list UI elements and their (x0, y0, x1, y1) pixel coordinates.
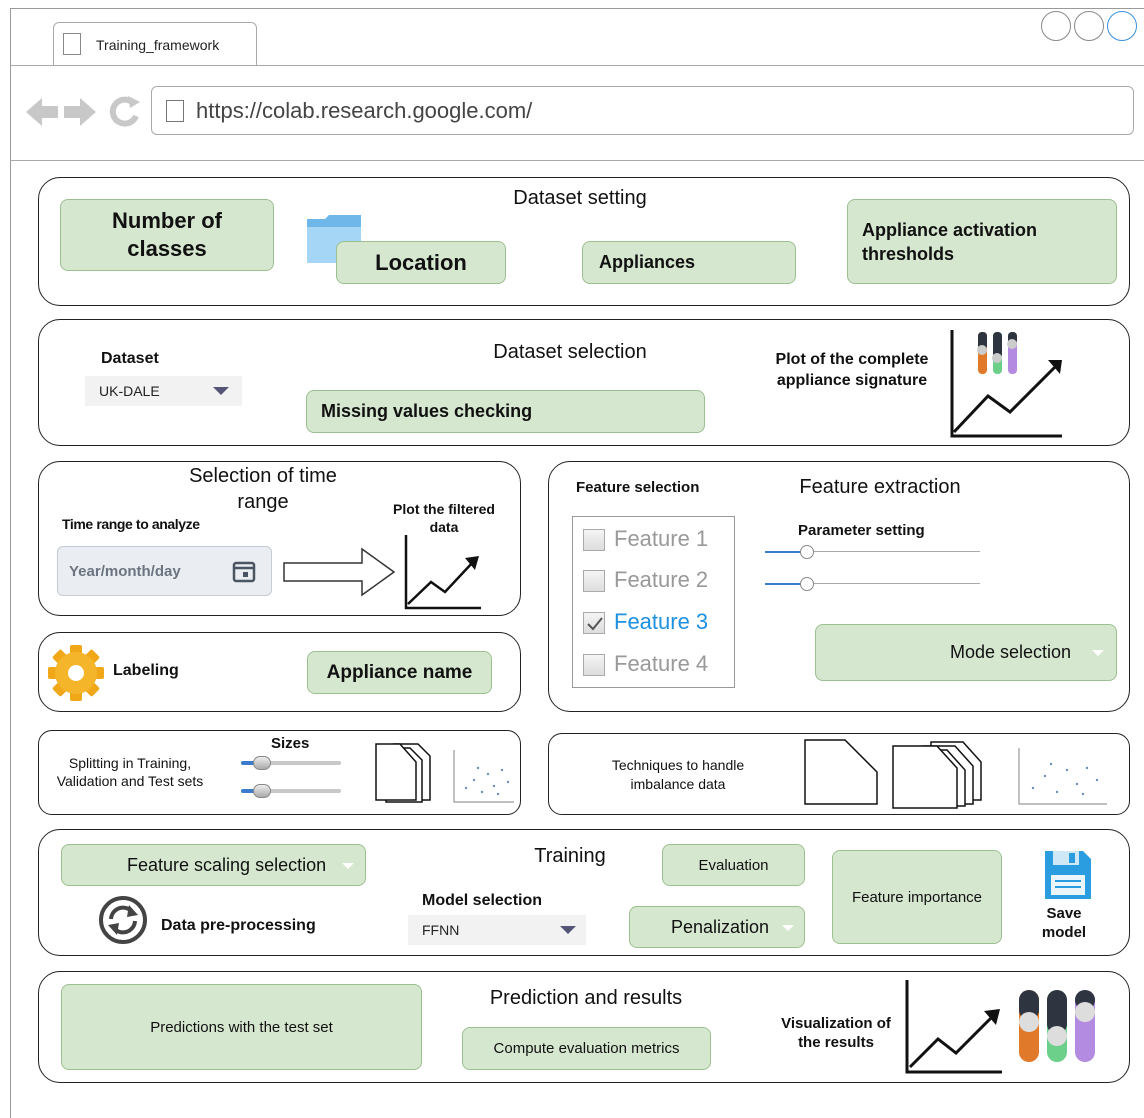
feature-label: Feature 2 (614, 567, 709, 592)
feature-extraction-title: Feature extraction (799, 476, 961, 498)
training-title: Training (534, 845, 606, 867)
save-floppy-icon[interactable] (1043, 849, 1093, 901)
scatter-plot-icon (453, 750, 514, 803)
scatter-plot-icon (1018, 748, 1107, 805)
prediction-title: Prediction and results (489, 987, 683, 1009)
size-slider[interactable] (241, 782, 341, 800)
calendar-icon[interactable] (232, 559, 256, 583)
checkmark-icon (587, 617, 603, 631)
data-preprocessing-label: Data pre-processing (161, 917, 316, 934)
feature-label: Feature 3 (614, 609, 709, 634)
line-chart-icon[interactable] (403, 532, 483, 610)
plot-signature-label: Plot of the complete appliance signature (775, 351, 929, 389)
predictions-button[interactable]: Predictions with the test set (61, 984, 422, 1070)
feature-checkbox-row[interactable]: Feature 2 (583, 567, 728, 597)
feature-checkbox-row[interactable]: Feature 3 (583, 609, 728, 639)
line-chart-icon[interactable] (904, 977, 1004, 1075)
size-slider[interactable] (241, 754, 341, 772)
compute-metrics-button[interactable]: Compute evaluation metrics (462, 1027, 711, 1070)
slider-thumb[interactable] (800, 545, 814, 559)
slider-thumb[interactable] (800, 577, 814, 591)
parameter-slider[interactable] (765, 543, 980, 561)
dataset-setting-title: Dataset setting (513, 187, 647, 209)
activation-thresholds-button[interactable]: Appliance activation thresholds (847, 199, 1117, 284)
refresh-icon[interactable] (109, 96, 140, 127)
labeling-label: Labeling (113, 662, 179, 679)
evaluation-button[interactable]: Evaluation (662, 844, 805, 886)
feature-label: Feature 4 (614, 651, 709, 676)
window-circle-icon[interactable] (1041, 11, 1071, 41)
missing-values-button[interactable]: Missing values checking (306, 390, 705, 433)
browser-tab[interactable]: Training_framework (53, 22, 257, 66)
tab-title: Training_framework (96, 37, 220, 53)
feature-scaling-label: Feature scaling selection (127, 854, 327, 875)
toolbar-divider (10, 160, 1144, 161)
chevron-down-icon (1092, 650, 1104, 656)
page-icon (166, 100, 184, 122)
location-button[interactable]: Location (336, 241, 506, 284)
address-bar[interactable]: https://colab.research.google.com/ (151, 86, 1134, 135)
sliders-icon[interactable] (1017, 988, 1097, 1064)
time-range-label: Time range to analyze (62, 516, 200, 532)
mode-selection-label: Mode selection (950, 642, 1072, 662)
refresh-icon[interactable] (96, 895, 150, 945)
save-model-label[interactable]: Save model (1026, 904, 1102, 942)
feature-checkbox-row[interactable]: Feature 4 (583, 651, 728, 681)
sizes-label: Sizes (271, 735, 310, 752)
navigation-icons (26, 96, 140, 127)
url-text: https://colab.research.google.com/ (196, 98, 533, 123)
window-circle-icon[interactable] (1074, 11, 1104, 41)
date-placeholder: Year/month/day (69, 563, 181, 580)
forward-arrow-icon[interactable] (64, 98, 96, 126)
dataset-dropdown[interactable]: UK-DALE (85, 376, 242, 406)
penalization-dropdown[interactable]: Penalization (629, 906, 805, 948)
slider-thumb[interactable] (253, 756, 271, 770)
model-dropdown[interactable]: FFNN (408, 915, 586, 945)
visualization-label: Visualization of the results (781, 1015, 891, 1051)
checkbox[interactable] (583, 570, 605, 592)
feature-scaling-dropdown[interactable]: Feature scaling selection (61, 844, 366, 886)
date-picker-input[interactable]: Year/month/day (57, 546, 272, 596)
time-range-title: Selection of time range (189, 465, 337, 513)
chevron-down-icon (213, 387, 229, 395)
document-icon (63, 33, 81, 55)
feature-checkbox-row[interactable]: Feature 1 (583, 526, 728, 556)
number-of-classes-button[interactable]: Number of classes (60, 199, 274, 271)
plot-filtered-label: Plot the filtered data (393, 501, 495, 535)
document-icon (804, 739, 878, 805)
imbalance-label: Techniques to handle imbalance data (611, 757, 745, 792)
dataset-label: Dataset (101, 350, 159, 367)
chevron-down-icon (342, 863, 354, 869)
tab-bar-divider (10, 65, 1144, 66)
checkbox[interactable] (583, 529, 605, 551)
appliances-button[interactable]: Appliances (582, 241, 796, 284)
slider-thumb[interactable] (253, 784, 271, 798)
chevron-down-icon (560, 926, 576, 934)
parameter-setting-label: Parameter setting (798, 522, 925, 539)
chart-sliders-icon[interactable] (948, 326, 1066, 440)
chevron-down-icon (782, 925, 794, 931)
checkbox[interactable] (583, 654, 605, 676)
feature-label: Feature 1 (614, 526, 709, 551)
model-selection-label: Model selection (422, 892, 543, 909)
penalization-label: Penalization (671, 916, 770, 937)
stacked-documents-icon (375, 743, 431, 803)
arrow-right-icon (283, 547, 396, 597)
splitting-label: Splitting in Training, Validation and Te… (56, 755, 204, 789)
checkbox-checked[interactable] (583, 612, 605, 634)
parameter-slider[interactable] (765, 575, 980, 593)
dataset-selection-title: Dataset selection (493, 341, 647, 363)
appliance-name-button[interactable]: Appliance name (307, 651, 492, 694)
dataset-value: UK-DALE (99, 383, 160, 399)
window-circle-icon[interactable] (1107, 11, 1137, 41)
feature-importance-button[interactable]: Feature importance (832, 850, 1002, 944)
feature-selection-label: Feature selection (576, 479, 700, 496)
stacked-documents-icon (892, 741, 982, 809)
gear-icon[interactable] (45, 643, 107, 703)
model-value: FFNN (422, 922, 460, 938)
mode-selection-dropdown[interactable]: Mode selection (815, 624, 1117, 681)
back-arrow-icon[interactable] (26, 98, 58, 126)
